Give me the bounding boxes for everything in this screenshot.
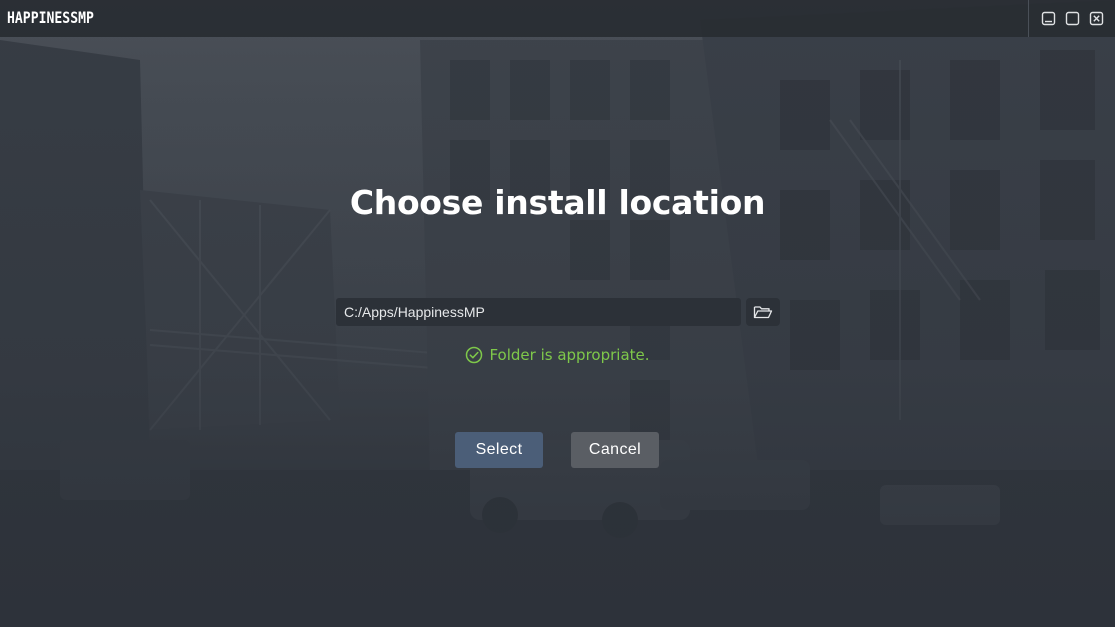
dialog-title: Choose install location (349, 183, 766, 222)
cancel-button[interactable]: Cancel (571, 432, 659, 468)
window-controls (1028, 0, 1115, 37)
check-circle-icon (466, 346, 483, 364)
close-icon[interactable] (1089, 11, 1104, 26)
status-text: Folder is appropriate. (489, 346, 650, 364)
installer-window: HappinessMP Choose install location (0, 0, 1115, 627)
browse-folder-button[interactable] (746, 298, 780, 326)
maximize-icon[interactable] (1065, 11, 1080, 26)
install-path-input[interactable] (336, 298, 741, 326)
install-path-row (336, 298, 780, 326)
folder-open-icon (753, 306, 773, 319)
folder-status: Folder is appropriate. (0, 346, 1115, 364)
select-button[interactable]: Select (455, 432, 543, 468)
title-bar[interactable]: HappinessMP (0, 0, 1115, 37)
minimize-icon[interactable] (1041, 11, 1056, 26)
brand-logo: HappinessMP (7, 8, 94, 27)
